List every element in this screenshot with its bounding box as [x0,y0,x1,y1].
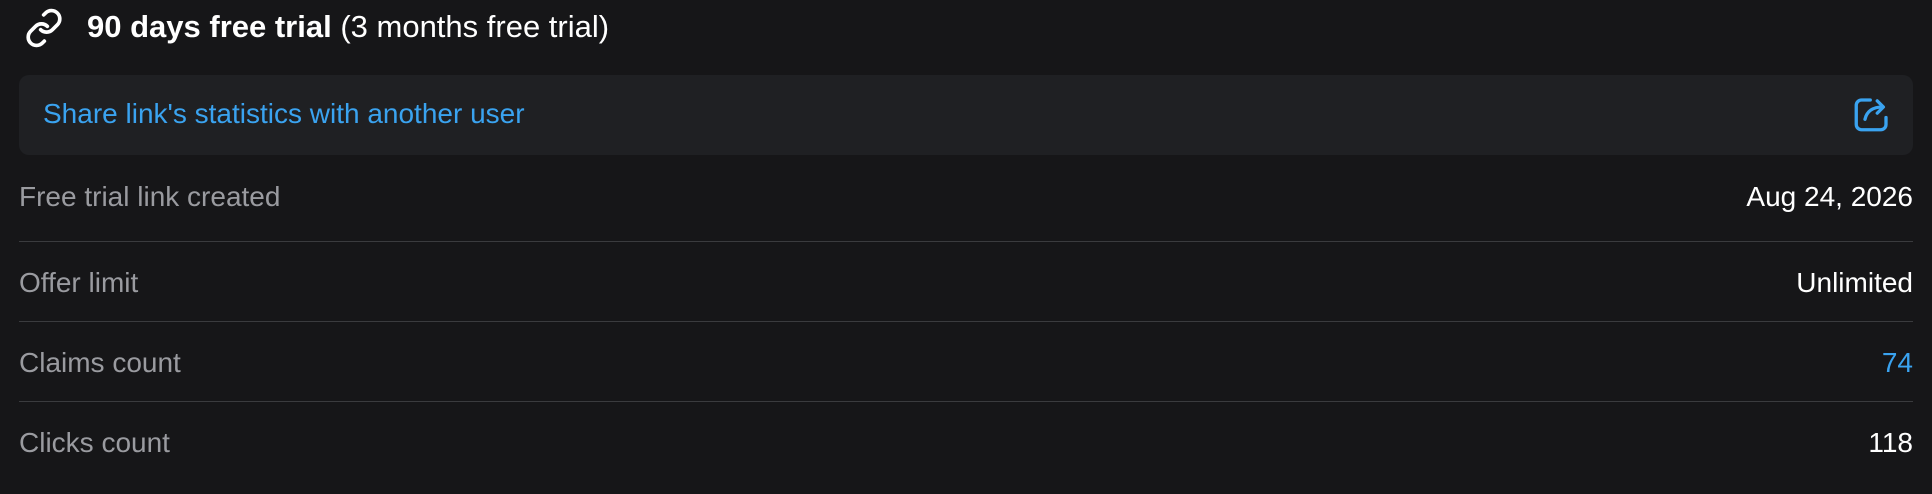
stat-row-offer-limit: Offer limit Unlimited [19,242,1913,322]
page-title: 90 days free trial (3 months free trial) [87,9,609,45]
stat-label: Free trial link created [19,181,281,212]
stats-list: Free trial link created Aug 24, 2026 Off… [19,160,1913,482]
stat-label: Clicks count [19,427,170,458]
share-statistics-button[interactable]: Share link's statistics with another use… [19,75,1913,155]
link-header: 90 days free trial (3 months free trial) [0,0,1932,58]
stat-value: Unlimited [1796,267,1913,298]
stat-value: Aug 24, 2026 [1746,181,1913,212]
claims-count-link[interactable]: 74 [1882,346,1913,380]
stat-label: Offer limit [19,267,139,298]
stat-row-clicks: Clicks count 118 [19,402,1913,482]
stat-label: Claims count [19,347,181,378]
stat-row-claims: Claims count 74 [19,322,1913,402]
stat-value: 118 [1868,427,1913,458]
stat-row-created: Free trial link created Aug 24, 2026 [19,160,1913,242]
share-statistics-label: Share link's statistics with another use… [43,98,525,129]
link-icon [22,6,66,50]
title-bold: 90 days free trial [87,9,332,44]
share-icon[interactable] [1851,93,1893,135]
title-subtitle: (3 months free trial) [340,9,610,44]
